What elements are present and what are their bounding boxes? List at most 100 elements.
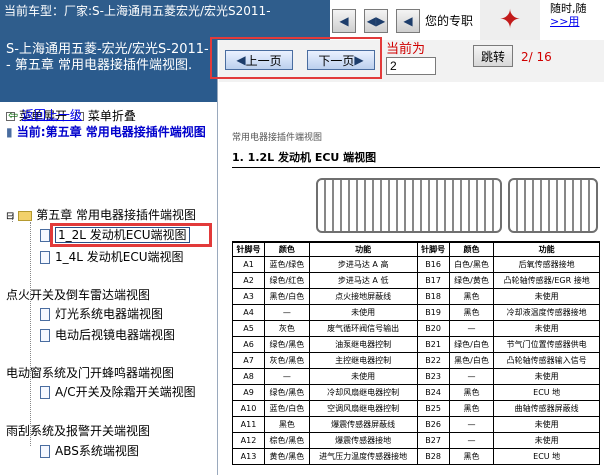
- table-row: A4— 未使用 B19 黑色 冷却液温度传感器接地: [231, 304, 600, 321]
- table-row: A6 绿色/黑色 油泵继电器控制 B21 绿色/白色 节气门位置传感器供电: [231, 336, 600, 353]
- table-cell: 主控继电器控制: [308, 352, 418, 369]
- table-header-row: 针脚号 颜色 功能 针脚号 颜色 功能: [231, 242, 600, 257]
- current-page-label: 当前为: [386, 42, 426, 57]
- tree-item-label[interactable]: 灯光系统电器端视图: [55, 307, 163, 321]
- table-row: A11 黑色 爆震传感器屏蔽线 B26— 未使用: [231, 416, 600, 433]
- selection-highlight: [50, 223, 212, 247]
- back-link[interactable]: ⇦ 返回上一级: [8, 106, 82, 123]
- tree-item-abs[interactable]: ABS系统端视图: [40, 442, 139, 459]
- table-cell: 点火接地屏蔽线: [308, 288, 418, 305]
- document-subtitle: 常用电器接插件端视图: [232, 133, 323, 143]
- table-cell: A1: [231, 256, 266, 273]
- tree-item-label[interactable]: 电动后视镜电器端视图: [55, 328, 175, 342]
- document-icon: [40, 329, 50, 342]
- back-link-label[interactable]: 返回上一级: [22, 108, 82, 122]
- table-cell: 冷却风扇继电器控制: [308, 384, 418, 401]
- table-cell: 凸轮轴传感器/EGR 接地: [493, 272, 600, 289]
- top-right-link[interactable]: >>用: [550, 15, 602, 28]
- column-header: 针脚号: [416, 242, 450, 257]
- table-cell: 废气循环阀信号输出: [308, 320, 418, 337]
- table-cell: 棕色/黑色: [264, 432, 310, 449]
- tree-item-mirror[interactable]: 电动后视镜电器端视图: [40, 326, 175, 343]
- table-cell: 未使用: [493, 320, 600, 337]
- table-cell: 蓝色/白色: [264, 400, 310, 417]
- collapse-toggle-icon[interactable]: ⊟: [6, 211, 14, 222]
- table-cell: A13: [231, 448, 266, 465]
- table-cell: —: [264, 368, 310, 385]
- next-page-button[interactable]: 下一页 ▶: [307, 50, 375, 70]
- current-location: ▮ 当前:第五章 常用电器接插件端视图: [6, 124, 216, 141]
- table-cell: A10: [231, 400, 266, 417]
- connector-diagram: [232, 167, 600, 242]
- table-cell: B20: [416, 320, 450, 337]
- last-page-icon[interactable]: ◀: [396, 9, 420, 33]
- table-cell: B28: [416, 448, 450, 465]
- table-row: A13 黄色/黑色 进气压力温度传感器接地 B28 黑色 ECU 地: [231, 448, 600, 465]
- help-text: 您的专职: [425, 14, 474, 28]
- document-icon: [40, 229, 50, 242]
- table-cell: 黑色/白色: [264, 288, 310, 305]
- connector-a-icon: [316, 178, 502, 233]
- tree-section[interactable]: 电动窗系统及门开蜂鸣器端视图: [6, 364, 174, 381]
- table-row: A3 黑色/白色 点火接地屏蔽线 B18 黑色 未使用: [231, 288, 600, 305]
- table-cell: 黄色/黑色: [264, 448, 310, 465]
- top-banner: 当前车型：厂家:S-上海通用五菱宏光/宏光S2011- ◀ ◀▶ ◀ 您的专职 …: [0, 0, 604, 40]
- table-cell: A2: [231, 272, 266, 289]
- prev-page-label: 上一页: [245, 53, 282, 68]
- table-cell: A12: [231, 432, 266, 449]
- table-cell: A3: [231, 288, 266, 305]
- top-right-text: 随时,随: [550, 2, 587, 15]
- table-cell: 黑色: [448, 400, 495, 417]
- table-cell: —: [448, 368, 495, 385]
- tree-folder[interactable]: ⊟ 第五章 常用电器接插件端视图: [6, 206, 196, 223]
- page-number-input[interactable]: [386, 57, 436, 75]
- tree-folder-label: 第五章 常用电器接插件端视图: [36, 208, 197, 222]
- tree-item-ac[interactable]: A/C开关及除霜开关端视图: [40, 383, 196, 400]
- table-cell: 未使用: [308, 368, 418, 385]
- table-cell: 黑色: [448, 448, 495, 465]
- table-cell: A4: [231, 304, 266, 321]
- table-cell: 未使用: [493, 416, 600, 433]
- table-cell: —: [264, 304, 310, 321]
- table-cell: ECU 地: [493, 384, 600, 401]
- table-cell: 黑色: [264, 416, 310, 433]
- table-cell: —: [448, 416, 495, 433]
- first-page-icon[interactable]: ◀: [332, 9, 356, 33]
- column-header: 颜色: [264, 242, 310, 257]
- table-row: A10 蓝色/白色 空调风扇继电器控制 B25 黑色 曲轴传感器屏蔽线: [231, 400, 600, 417]
- table-cell: 凸轮轴传感器输入信号: [493, 352, 600, 369]
- table-row: A12 棕色/黑色 爆震传感器接地 B27— 未使用: [231, 432, 600, 449]
- prev-page-button[interactable]: ◀ 上一页: [225, 50, 293, 70]
- expand-icon[interactable]: ◀▶: [364, 9, 388, 33]
- tree-section[interactable]: 雨刮系统及报警开关端视图: [6, 422, 150, 439]
- table-cell: 绿色/红色: [264, 272, 310, 289]
- table-cell: A8: [231, 368, 266, 385]
- table-cell: A5: [231, 320, 266, 337]
- tree-item-label[interactable]: A/C开关及除霜开关端视图: [55, 385, 196, 399]
- tree-line: [30, 222, 31, 446]
- tree-item-label[interactable]: ABS系统端视图: [55, 444, 139, 458]
- column-header: 功能: [308, 242, 418, 257]
- menu-collapse-button[interactable]: 菜单折叠: [88, 109, 136, 123]
- table-row: A1 蓝色/绿色 步进马达 A 高 B16 白色/黑色 后氧传感器接地: [231, 256, 600, 273]
- table-cell: 曲轴传感器屏蔽线: [493, 400, 600, 417]
- table-row: A8— 未使用 B23— 未使用: [231, 368, 600, 385]
- table-cell: B26: [416, 416, 450, 433]
- table-cell: —: [448, 432, 495, 449]
- document-icon: [40, 251, 50, 264]
- table-cell: 灰色/黑色: [264, 352, 310, 369]
- table-cell: B25: [416, 400, 450, 417]
- table-cell: 黑色: [448, 384, 495, 401]
- tree-item-label[interactable]: 1_4L 发动机ECU端视图: [55, 250, 184, 264]
- tree-item-1-4l-ecu[interactable]: 1_4L 发动机ECU端视图: [40, 248, 184, 265]
- table-cell: 黑色: [448, 288, 495, 305]
- jump-button[interactable]: 跳转: [473, 45, 513, 67]
- table-cell: ECU 地: [493, 448, 600, 465]
- table-cell: 黑色/白色: [448, 352, 495, 369]
- tree-item-lighting[interactable]: 灯光系统电器端视图: [40, 305, 163, 322]
- table-cell: B17: [416, 272, 450, 289]
- table-cell: 绿色/黑色: [264, 336, 310, 353]
- table-row: A7 灰色/黑色 主控继电器控制 B22 黑色/白色 凸轮轴传感器输入信号: [231, 352, 600, 369]
- tree-section[interactable]: 点火开关及倒车雷达端视图: [6, 286, 150, 303]
- table-cell: 白色/黑色: [448, 256, 495, 273]
